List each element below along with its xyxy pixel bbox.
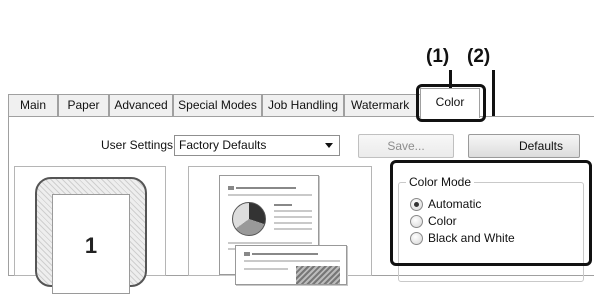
page-text-line: [274, 216, 312, 218]
user-settings-select[interactable]: Factory Defaults: [174, 135, 340, 156]
save-button[interactable]: Save...: [358, 134, 454, 158]
callout-1-outline: [416, 84, 486, 122]
page-rule: [228, 194, 312, 196]
page-text-line: [228, 242, 312, 244]
page-heading-marker: [228, 186, 234, 190]
page-rule: [244, 260, 340, 262]
chevron-down-icon: [325, 143, 333, 148]
tab-paper[interactable]: Paper: [58, 94, 109, 116]
tab-advanced[interactable]: Advanced: [109, 94, 173, 116]
user-settings-label: User Settings:: [101, 138, 177, 152]
tab-job-handling[interactable]: Job Handling: [262, 94, 344, 116]
paper-sheet: 1: [52, 194, 130, 294]
user-settings-value: Factory Defaults: [179, 138, 267, 152]
page-text-line: [244, 268, 288, 270]
tab-main[interactable]: Main: [8, 94, 58, 116]
page-text-line: [274, 222, 312, 224]
tab-special-modes[interactable]: Special Modes: [173, 94, 262, 116]
page-heading-line: [236, 187, 296, 189]
page-heading-line: [252, 253, 318, 255]
callout-2-outline: [390, 160, 592, 266]
document-page-front: [235, 245, 347, 285]
page-text-line: [274, 210, 312, 212]
page-text-line: [274, 228, 312, 230]
page-text-line: [274, 204, 292, 206]
document-preview: [188, 166, 372, 285]
pie-chart-icon: [232, 202, 266, 236]
tab-watermark[interactable]: Watermark: [344, 94, 422, 116]
defaults-button[interactable]: Defaults: [468, 134, 580, 158]
sheet-number: 1: [84, 233, 98, 258]
paper-preview: 1: [14, 166, 166, 294]
paper-tray-graphic: 1: [35, 177, 147, 294]
callout-2-label: (2): [467, 46, 491, 67]
callout-1-label: (1): [426, 46, 450, 67]
photo-thumbnail-icon: [296, 266, 340, 284]
page-heading-marker: [244, 252, 250, 256]
